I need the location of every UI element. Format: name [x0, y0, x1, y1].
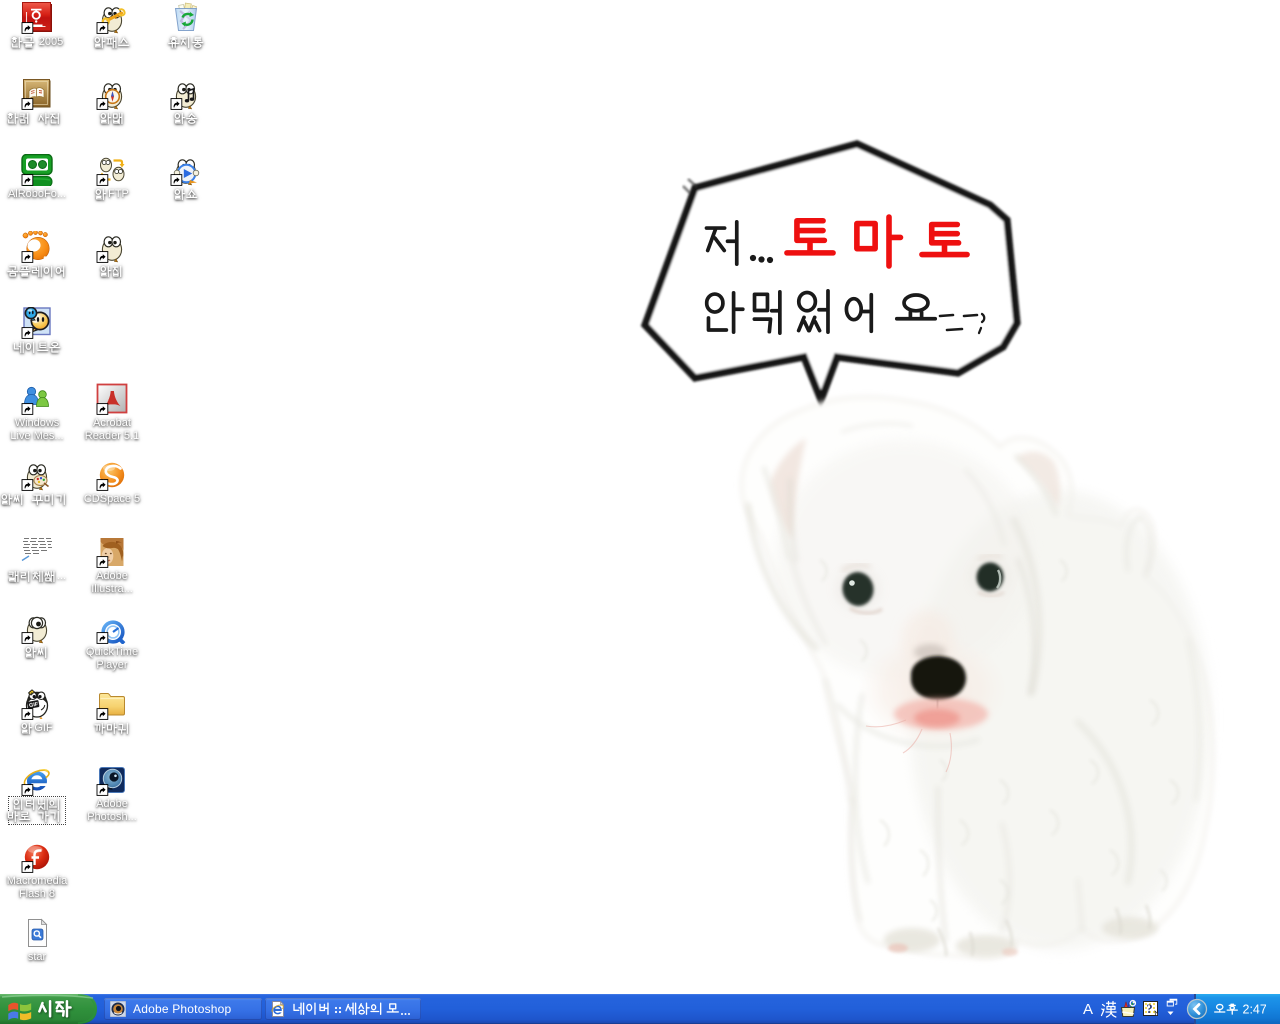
svg-text:?: ?: [1146, 1002, 1152, 1016]
svg-text:A: A: [1083, 1001, 1093, 1018]
svg-text:2:47: 2:47: [1243, 1003, 1267, 1017]
